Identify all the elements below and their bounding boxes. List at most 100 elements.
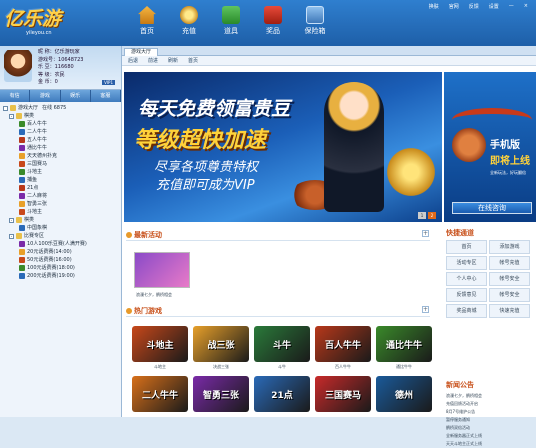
tree-item[interactable]: 斗地主 [3,208,118,216]
game-name[interactable]: 百人牛牛 [315,362,371,371]
game-artwork[interactable]: 百人牛牛 [315,326,371,362]
promo-banner[interactable]: 每天免费领富贵豆 等级超快加速 尽享各项尊贵特权 充值即可成为VIP 12 [124,72,442,222]
tree-item[interactable]: 智勇三张 [3,200,118,208]
tree-item[interactable]: 二人麻将 [3,192,118,200]
tree-item[interactable]: - 棋类 [3,216,118,224]
news-item[interactable]: 天天斗地主正式上线 [446,440,532,448]
tree-item[interactable]: 通比牛牛 [3,144,118,152]
avatar[interactable] [4,50,32,82]
game-tile[interactable]: 战三张 决战三张 [193,326,249,371]
left-tab[interactable]: 游戏 [30,90,61,102]
tree-label: 棋类 [24,113,35,119]
tree-item[interactable]: 50元话费赛(16:00) [3,256,118,264]
tree-item[interactable]: 捕鱼 [3,176,118,184]
activity-thumbnail[interactable] [134,252,190,288]
game-tile[interactable]: 百人牛牛 百人牛牛 [315,326,371,371]
news-item[interactable]: 全新服务器正式上线 [446,432,532,440]
news-item[interactable]: 暂停服务通知 [446,416,532,424]
shortcut-button[interactable]: 帐号充值 [489,256,530,270]
game-name[interactable]: 斗地主 [132,362,188,371]
mobile-ad[interactable]: 手机版 即将上线 全新玩法，好玩翻倍 在线咨询 [444,72,536,222]
tree-item[interactable]: 五人牛牛 [3,136,118,144]
left-tab[interactable]: 有信 [0,90,31,102]
shortcut-button[interactable]: 帐号安全 [489,272,530,286]
tree-item[interactable]: 斗地主 [3,168,118,176]
banner-page-button[interactable]: 2 [428,212,436,219]
toolbar-button[interactable]: 前进 [148,56,158,65]
shortcut-button[interactable]: 帐号安全 [489,288,530,302]
top-link[interactable]: — [509,3,514,10]
game-tile[interactable]: 德州 [376,376,432,412]
game-artwork[interactable]: 21点 [254,376,310,412]
collapse-toggle-icon[interactable] [3,105,8,111]
shortcut-button[interactable]: 反馈意见 [446,288,487,302]
game-name[interactable]: 通比牛牛 [376,362,432,371]
top-link[interactable]: 设置 [489,3,499,10]
tab-game-hall[interactable]: 游戏大厅 [124,48,159,56]
tree-item[interactable]: 20元话费赛(14:00) [3,248,118,256]
banner-page-button[interactable]: 1 [418,212,426,219]
shortcut-button[interactable]: 个人中心 [446,272,487,286]
game-name[interactable]: 决战三张 [193,362,249,371]
game-name[interactable]: 斗牛 [254,362,310,371]
toolbar-button[interactable]: 刷新 [168,56,178,65]
shortcut-button[interactable]: 活动专区 [446,256,487,270]
nav-2[interactable]: 充值 [168,6,210,36]
tree-item[interactable]: 百人牛牛 [3,120,118,128]
game-tile[interactable]: 斗牛 斗牛 [254,326,310,371]
tree-item[interactable]: 100元话费赛(18:00) [3,264,118,272]
game-tile[interactable]: 通比牛牛 通比牛牛 [376,326,432,371]
tree-item[interactable]: 中国象棋 [3,224,118,232]
game-artwork[interactable]: 斗牛 [254,326,310,362]
nav-3[interactable]: 道具 [210,6,252,36]
game-artwork[interactable]: 战三张 [193,326,249,362]
game-tile[interactable]: 智勇三张 [193,376,249,412]
toolbar-button[interactable]: 首页 [188,56,198,65]
top-link[interactable]: 反馈 [469,3,479,10]
top-link[interactable]: × [524,3,528,10]
nav-5[interactable]: 保险箱 [294,6,336,36]
game-tile[interactable]: 21点 [254,376,310,412]
news-item[interactable]: 浪漫七夕，鹊桥相会 [446,392,532,400]
game-artwork[interactable]: 通比牛牛 [376,326,432,362]
left-tab[interactable]: 客服 [91,90,121,102]
tree-item[interactable]: 三国赛马 [3,160,118,168]
game-tile[interactable]: 三国赛马 [315,376,371,412]
top-link[interactable]: 换肤 [429,3,439,10]
nav-4[interactable]: 奖品 [252,6,294,36]
game-tile[interactable]: 斗地主 斗地主 [132,326,188,371]
collapse-toggle-icon[interactable]: - [9,233,14,239]
collapse-toggle-icon[interactable]: - [9,113,14,119]
top-link[interactable]: 官网 [449,3,459,10]
tree-item[interactable]: 10人100乐豆赛(人满开赛) [3,240,118,248]
toolbar-button[interactable]: 后退 [128,56,138,65]
game-tile[interactable]: 二人牛牛 [132,376,188,412]
shortcut-button[interactable]: 快速充值 [489,304,530,318]
game-artwork[interactable]: 二人牛牛 [132,376,188,412]
expand-latest-button[interactable]: + [422,230,429,237]
left-tab[interactable]: 娱乐 [61,90,91,102]
tree-item[interactable]: 天天德州扑克 [3,152,118,160]
nav-1[interactable]: 首页 [126,6,168,36]
shortcut-button[interactable]: 首页 [446,240,487,254]
tree-item[interactable]: - 棋类 [3,112,118,120]
tree-item[interactable]: - 比赛专区 [3,232,118,240]
activity-caption[interactable]: 浪漫七夕，鹊桥相会 [136,292,172,298]
game-artwork[interactable]: 三国赛马 [315,376,371,412]
tree-item[interactable]: 游戏大厅 在线 6875 [3,104,118,112]
news-item[interactable]: 充值回馈活动开启 [446,400,532,408]
collapse-toggle-icon[interactable]: - [9,217,14,223]
tree-item[interactable]: 二人牛牛 [3,128,118,136]
tree-item[interactable]: 200元话费赛(19:00) [3,272,118,280]
profile-row: 乐 豆：116680 [38,64,83,72]
game-artwork[interactable]: 智勇三张 [193,376,249,412]
news-item[interactable]: 8月7号维护公告 [446,408,532,416]
consult-button[interactable]: 在线咨询 [452,202,532,214]
game-artwork[interactable]: 斗地主 [132,326,188,362]
tree-item[interactable]: 21点 [3,184,118,192]
shortcut-button[interactable]: 添加游戏 [489,240,530,254]
expand-hot-button[interactable]: + [422,306,429,313]
shortcut-button[interactable]: 奖品商城 [446,304,487,318]
news-item[interactable]: 鹊桥双倍活动 [446,424,532,432]
game-artwork[interactable]: 德州 [376,376,432,412]
